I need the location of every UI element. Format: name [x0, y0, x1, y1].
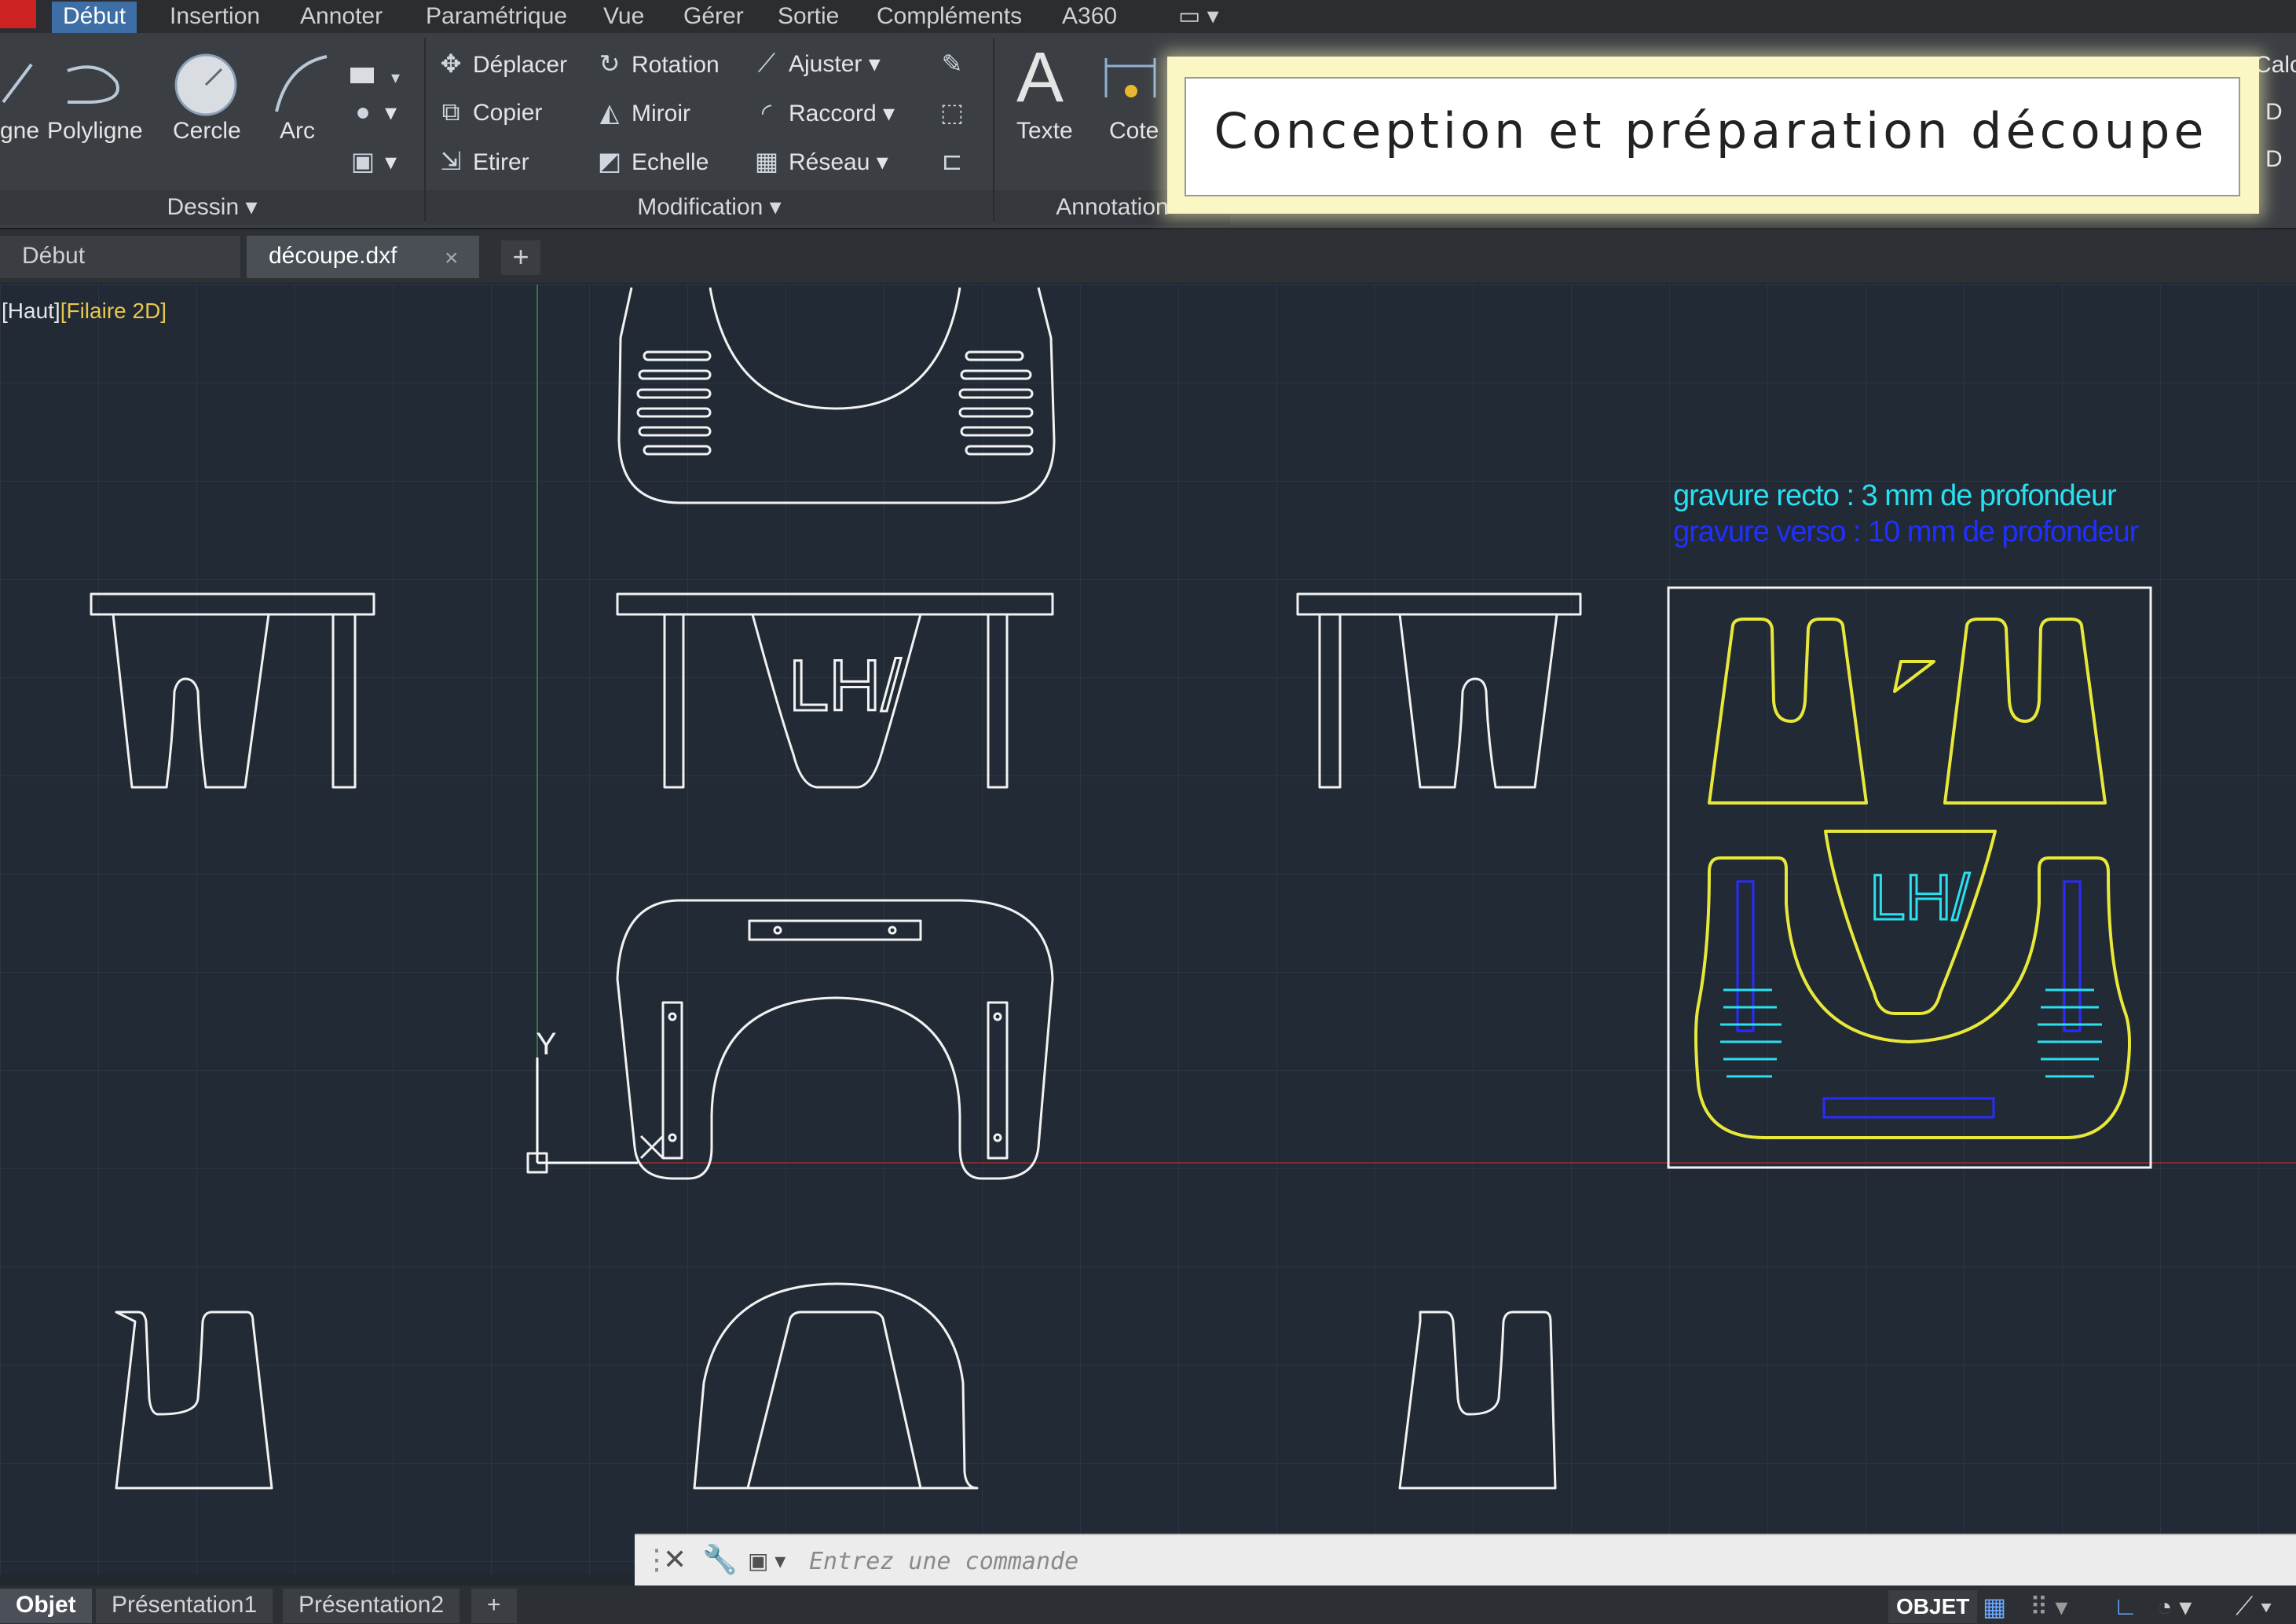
tab-gerer[interactable]: Gérer — [672, 2, 755, 33]
prompt-icon[interactable]: ▣ ▾ — [748, 1548, 785, 1574]
file-tabs-bar: Début découpe.dxf × + — [0, 229, 2296, 283]
close-icon[interactable]: × — [445, 245, 459, 272]
polyline-icon — [67, 65, 119, 104]
menu-bar: Début Insertion Annoter Paramétrique Vue… — [0, 0, 2296, 33]
cad-drawing[interactable]: Y LH/ LH/ — [0, 284, 2296, 1575]
ortho-icon[interactable]: ∟ — [2113, 1592, 2137, 1621]
layout-tab-objet[interactable]: Objet — [0, 1589, 92, 1623]
tab-a360[interactable]: A360 — [1051, 2, 1128, 33]
etirer-button[interactable]: ⇲ Etirer — [437, 146, 529, 176]
offset-icon[interactable]: ⊏ — [938, 146, 974, 176]
stretch-icon: ⇲ — [440, 147, 462, 175]
wrench-icon[interactable]: 🔧 — [702, 1543, 738, 1576]
viewport-controls[interactable]: [Haut][Filaire 2D] — [2, 299, 167, 324]
tab-insertion[interactable]: Insertion — [159, 2, 271, 33]
arc-icon — [275, 55, 328, 112]
front-logo: LH/ — [789, 646, 902, 726]
calc-label: Calc — [2254, 52, 2296, 78]
y-axis-label: Y — [536, 1027, 557, 1061]
tab-annoter[interactable]: Annoter — [289, 2, 394, 33]
note-verso: gravure verso : 10 mm de profondeur — [1673, 515, 2139, 548]
ribbon-options-icon[interactable]: ▭ ▾ — [1167, 2, 1230, 33]
rotation-button[interactable]: ↻ Rotation — [595, 49, 720, 79]
autocad-window: Début Insertion Annoter Paramétrique Vue… — [0, 0, 2296, 1624]
rectangle-icon — [350, 68, 374, 83]
deplacer-button[interactable]: ✥ Déplacer — [437, 49, 567, 79]
line-icon — [2, 63, 33, 104]
ligne-label[interactable]: gne — [0, 118, 39, 145]
raccord-button[interactable]: ◜ Raccord ▾ — [753, 97, 895, 127]
tab-complements[interactable]: Compléments — [866, 2, 1033, 33]
grid-icon[interactable]: ▦ — [1983, 1592, 2006, 1622]
polar-icon[interactable]: ◔ ▾ — [2157, 1592, 2192, 1622]
right-edge-label-2: D — [2265, 146, 2283, 172]
layout-tab-presentation2[interactable]: Présentation2 — [283, 1589, 460, 1623]
snap-icon[interactable]: ⠿ ▾ — [2030, 1592, 2067, 1622]
tab-sortie[interactable]: Sortie — [767, 2, 850, 33]
panel-dessin[interactable]: Dessin ▾ — [0, 190, 424, 225]
engraved-logo: LH/ — [1869, 862, 1970, 933]
arc-button[interactable]: Arc — [280, 118, 315, 145]
explode-icon[interactable]: ⬚ — [938, 97, 974, 127]
rotate-icon: ↻ — [599, 49, 621, 78]
polyligne-button[interactable]: Polyligne — [47, 118, 143, 145]
array-icon: ▦ — [754, 147, 779, 175]
application-button[interactable] — [0, 0, 36, 28]
overlay-title: Conception et préparation découpe — [1214, 102, 2208, 159]
hatch-icon[interactable]: ● ▾ — [349, 97, 397, 126]
new-tab-button[interactable]: + — [501, 240, 540, 275]
copy-icon: ⧉ — [441, 97, 460, 126]
close-icon[interactable]: ✕ — [663, 1543, 687, 1576]
cercle-button[interactable]: Cercle — [173, 118, 241, 145]
texte-button[interactable]: Texte — [1016, 118, 1073, 145]
copier-button[interactable]: ⧉ Copier — [437, 97, 543, 127]
miroir-button[interactable]: ◭ Miroir — [595, 97, 690, 127]
fillet-icon: ◜ — [761, 98, 772, 126]
region-icon[interactable]: ▣ ▾ — [349, 146, 397, 176]
tab-debut[interactable]: Début — [52, 2, 137, 33]
ajuster-button[interactable]: ⟋ Ajuster ▾ — [753, 49, 881, 79]
reseau-button[interactable]: ▦ Réseau ▾ — [753, 146, 888, 176]
add-layout-button[interactable]: + — [471, 1589, 517, 1623]
text-icon[interactable]: A — [1016, 42, 1064, 113]
layout-tab-presentation1[interactable]: Présentation1 — [96, 1589, 273, 1623]
right-edge-label-1: D — [2265, 99, 2283, 125]
file-tab-debut[interactable]: Début — [0, 236, 240, 278]
tab-parametrique[interactable]: Paramétrique — [415, 2, 578, 33]
note-recto: gravure recto : 3 mm de profondeur — [1673, 479, 2117, 512]
svg-text:▾: ▾ — [391, 68, 400, 87]
command-input[interactable]: Entrez une commande — [809, 1548, 1078, 1575]
isodraft-icon[interactable]: ⟋ ▾ — [2236, 1592, 2272, 1622]
mirror-icon: ◭ — [599, 98, 620, 126]
panel-modification[interactable]: Modification ▾ — [426, 190, 993, 225]
dimension-icon — [1104, 58, 1156, 97]
scale-icon: ◩ — [597, 147, 622, 175]
erase-icon[interactable]: ✎ — [938, 49, 974, 79]
move-icon: ✥ — [440, 49, 462, 78]
tab-vue[interactable]: Vue — [592, 2, 655, 33]
model-space-button[interactable]: OBJET — [1888, 1590, 1978, 1623]
trim-icon: ⟋ — [757, 49, 776, 77]
echelle-button[interactable]: ◩ Echelle — [595, 146, 709, 176]
cote-button[interactable]: Cote — [1109, 118, 1159, 145]
drawing-canvas[interactable]: Y LH/ LH/ — [0, 284, 2296, 1575]
